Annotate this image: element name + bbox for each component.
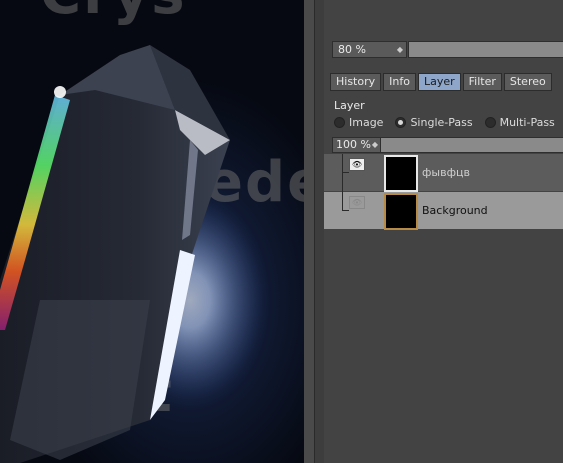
opacity-value: 100 %: [336, 138, 371, 151]
viewport-splitter[interactable]: [304, 0, 314, 463]
mode-image-label: Image: [349, 116, 384, 129]
crystal-render: [0, 45, 270, 463]
layer-section-title: Layer: [334, 99, 365, 112]
eye-icon[interactable]: 👁: [349, 158, 365, 171]
mode-multi-pass-radio[interactable]: Multi-Pass: [484, 116, 555, 129]
radio-icon: [484, 117, 496, 128]
tab-stereo[interactable]: Stereo: [503, 73, 552, 91]
stepper-arrows-icon[interactable]: ◆: [397, 42, 403, 57]
tree-connector: [342, 154, 349, 173]
mode-image-radio[interactable]: Image: [334, 116, 383, 129]
mode-multi-pass-label: Multi-Pass: [499, 116, 555, 129]
opacity-field[interactable]: 100 % ◆: [332, 137, 381, 153]
layer-thumbnail: [384, 193, 418, 230]
radio-selected-icon: [395, 117, 407, 128]
layer-row-selected[interactable]: 👁 Background: [324, 172, 563, 230]
panel-tabs: History Info Layer Filter Stereo: [330, 73, 552, 91]
layer-mode-options: Image Single-Pass Multi-Pass: [334, 116, 555, 129]
layer-opacity-control: 100 % ◆: [332, 137, 563, 153]
zoom-field[interactable]: 80 % ◆: [332, 41, 407, 58]
zoom-value: 80 %: [338, 43, 366, 56]
stepper-arrows-icon[interactable]: ◆: [372, 138, 378, 152]
layer-name: Background: [422, 204, 488, 217]
opacity-slider[interactable]: [380, 137, 563, 153]
tab-layer[interactable]: Layer: [417, 73, 461, 91]
sparkle: [54, 86, 66, 98]
picture-viewer-panel: 80 % ◆ History Info Layer Filter Stereo …: [324, 0, 563, 463]
layer-list: 👁 фывфцв 👁 Background: [324, 154, 563, 230]
zoom-slider[interactable]: [408, 41, 563, 58]
eye-icon[interactable]: 👁: [349, 196, 365, 209]
render-viewport[interactable]: Crys ede t: [0, 0, 304, 463]
radio-icon: [334, 117, 345, 128]
layer-thumbnail: [384, 155, 418, 192]
layer-row[interactable]: 👁 фывфцв: [324, 154, 563, 192]
tab-info[interactable]: Info: [383, 73, 416, 91]
zoom-control: 80 % ◆: [332, 41, 563, 58]
tree-connector: [342, 172, 349, 211]
mode-single-pass-radio[interactable]: Single-Pass: [395, 116, 473, 129]
mode-single-pass-label: Single-Pass: [410, 116, 473, 129]
tab-filter[interactable]: Filter: [462, 73, 502, 91]
tab-history[interactable]: History: [330, 73, 382, 91]
layer-name: фывфцв: [422, 166, 470, 179]
